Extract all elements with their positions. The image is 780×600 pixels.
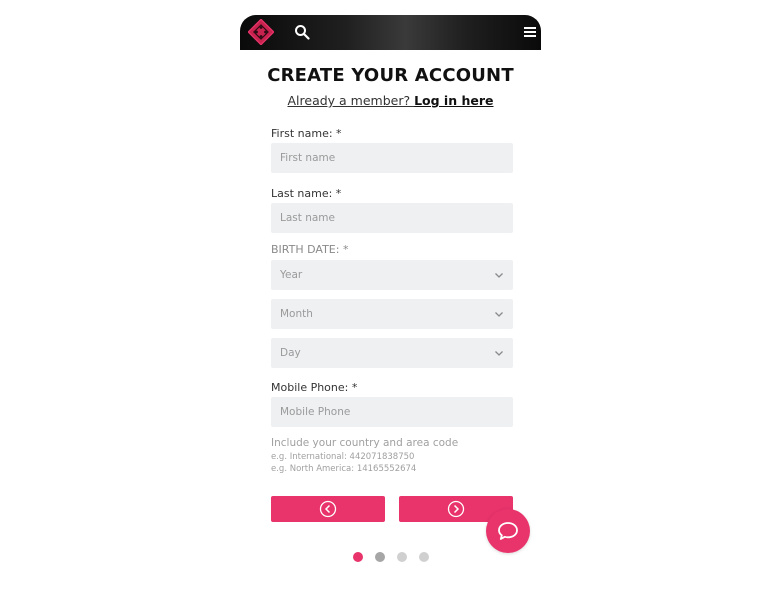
month-select[interactable]: Month bbox=[271, 299, 513, 329]
diamond-logo-icon[interactable] bbox=[248, 19, 274, 45]
first-name-input[interactable] bbox=[271, 143, 513, 173]
already-member-line: Already a member? Log in here bbox=[240, 93, 541, 108]
page-title: CREATE YOUR ACCOUNT bbox=[267, 65, 514, 86]
month-select-value: Month bbox=[280, 308, 313, 320]
step-dot-2[interactable] bbox=[375, 552, 385, 562]
previous-step-button[interactable] bbox=[271, 496, 385, 522]
login-link[interactable]: Log in here bbox=[414, 93, 493, 108]
last-name-label: Last name: * bbox=[271, 187, 342, 200]
chat-button[interactable] bbox=[486, 509, 530, 553]
phone-hint: Include your country and area code bbox=[271, 437, 459, 449]
step-dot-4[interactable] bbox=[419, 552, 429, 562]
step-indicator bbox=[353, 552, 429, 562]
phone-example-north-america: e.g. North America: 14165552674 bbox=[271, 464, 417, 474]
search-icon[interactable] bbox=[294, 24, 310, 40]
phone-example-international: e.g. International: 442071838750 bbox=[271, 452, 415, 462]
year-select-value: Year bbox=[280, 269, 303, 281]
chat-bubble-icon bbox=[498, 522, 518, 540]
phone-viewport: CREATE YOUR ACCOUNT Already a member? Lo… bbox=[240, 15, 541, 600]
hamburger-menu-icon[interactable] bbox=[524, 26, 536, 38]
first-name-label: First name: * bbox=[271, 127, 342, 140]
already-member-text[interactable]: Already a member? bbox=[287, 93, 414, 108]
day-select[interactable]: Day bbox=[271, 338, 513, 368]
mobile-phone-input[interactable] bbox=[271, 397, 513, 427]
mobile-phone-label: Mobile Phone: * bbox=[271, 381, 358, 394]
chevron-down-icon bbox=[495, 273, 503, 278]
step-dot-1[interactable] bbox=[353, 552, 363, 562]
chevron-left-circle-icon bbox=[319, 500, 337, 518]
day-select-value: Day bbox=[280, 347, 301, 359]
year-select[interactable]: Year bbox=[271, 260, 513, 290]
top-navigation-bar bbox=[240, 15, 541, 50]
chevron-right-circle-icon bbox=[447, 500, 465, 518]
step-dot-3[interactable] bbox=[397, 552, 407, 562]
birth-date-label: BIRTH DATE: * bbox=[271, 243, 349, 256]
chevron-down-icon bbox=[495, 351, 503, 356]
last-name-input[interactable] bbox=[271, 203, 513, 233]
chevron-down-icon bbox=[495, 312, 503, 317]
